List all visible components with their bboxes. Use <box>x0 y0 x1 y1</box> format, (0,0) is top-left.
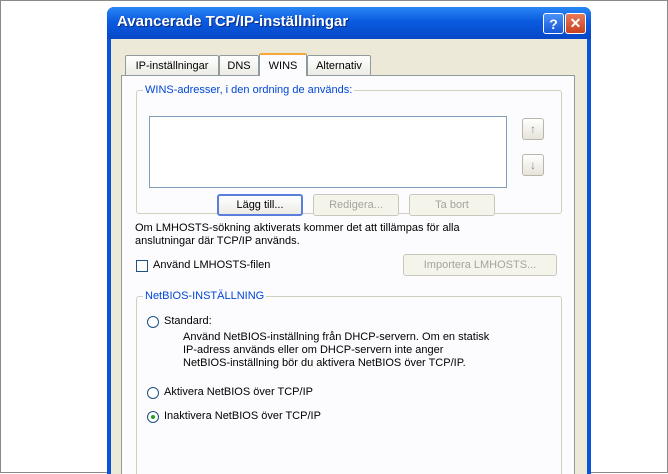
netbios-settings-group: NetBIOS-INSTÄLLNING Standard: Använd Net… <box>136 290 562 474</box>
wins-tab-panel: WINS-adresser, i den ordning de används:… <box>121 75 575 474</box>
add-button-label: Lägg till... <box>236 199 284 211</box>
netbios-standard-description-line-2: IP-adress används eller om DHCP-servern … <box>183 344 444 356</box>
enable-netbios-label[interactable]: Aktivera NetBIOS över TCP/IP <box>164 386 313 399</box>
import-lmhosts-button-label: Importera LMHOSTS... <box>423 259 537 271</box>
disable-netbios-radio[interactable] <box>147 411 159 423</box>
use-lmhosts-checkbox[interactable] <box>136 260 148 272</box>
remove-button-label: Ta bort <box>435 199 469 211</box>
use-lmhosts-label[interactable]: Använd LMHOSTS-filen <box>153 259 270 272</box>
remove-button[interactable]: Ta bort <box>409 194 495 216</box>
wins-addresses-group-label: WINS-adresser, i den ordning de används: <box>145 84 353 96</box>
netbios-standard-radio[interactable] <box>147 316 159 328</box>
wins-address-list[interactable] <box>149 116 507 188</box>
tab-label: WINS <box>268 59 298 72</box>
tab-alternativ[interactable]: Alternativ <box>307 55 371 75</box>
tab-dns[interactable]: DNS <box>219 55 259 75</box>
tab-label: DNS <box>227 59 251 72</box>
close-icon: ✕ <box>569 15 582 31</box>
title-bar[interactable]: Avancerade TCP/IP-inställningar ? ✕ <box>107 7 591 39</box>
edit-button[interactable]: Redigera... <box>313 194 399 216</box>
lmhosts-description-line-2: anslutningar där TCP/IP används. <box>135 235 300 247</box>
help-button[interactable]: ? <box>543 13 564 34</box>
wins-addresses-group: WINS-adresser, i den ordning de används:… <box>136 84 562 216</box>
tab-label: Alternativ <box>316 59 362 72</box>
arrow-down-icon: ↓ <box>530 158 536 172</box>
edit-button-label: Redigera... <box>329 199 383 211</box>
tab-wins[interactable]: WINS <box>259 53 307 76</box>
import-lmhosts-button[interactable]: Importera LMHOSTS... <box>403 254 557 276</box>
dialog-window: Avancerade TCP/IP-inställningar ? ✕ IP-i… <box>107 7 591 474</box>
question-mark-icon: ? <box>549 15 558 32</box>
tab-label: IP-inställningar <box>135 59 209 72</box>
move-down-button[interactable]: ↓ <box>522 154 544 176</box>
netbios-standard-description-line-3: NetBIOS-inställning bör du aktivera NetB… <box>183 357 466 369</box>
tab-ip-settings[interactable]: IP-inställningar <box>125 55 219 75</box>
window-title: Avancerade TCP/IP-inställningar <box>117 13 349 30</box>
netbios-settings-group-label: NetBIOS-INSTÄLLNING <box>145 290 265 302</box>
arrow-up-icon: ↑ <box>530 122 536 136</box>
dialog-client-area: IP-inställningar DNS WINS Alternativ WIN… <box>111 39 587 474</box>
add-button[interactable]: Lägg till... <box>217 194 303 216</box>
enable-netbios-radio[interactable] <box>147 387 159 399</box>
disable-netbios-label[interactable]: Inaktivera NetBIOS över TCP/IP <box>164 410 321 423</box>
netbios-standard-description-line-1: Använd NetBIOS-inställning från DHCP-ser… <box>183 331 490 343</box>
move-up-button[interactable]: ↑ <box>522 118 544 140</box>
image-frame: Avancerade TCP/IP-inställningar ? ✕ IP-i… <box>0 0 668 474</box>
netbios-standard-label[interactable]: Standard: <box>164 315 212 328</box>
lmhosts-description-line-1: Om LMHOSTS-sökning aktiverats kommer det… <box>135 222 460 234</box>
close-button[interactable]: ✕ <box>565 13 586 34</box>
